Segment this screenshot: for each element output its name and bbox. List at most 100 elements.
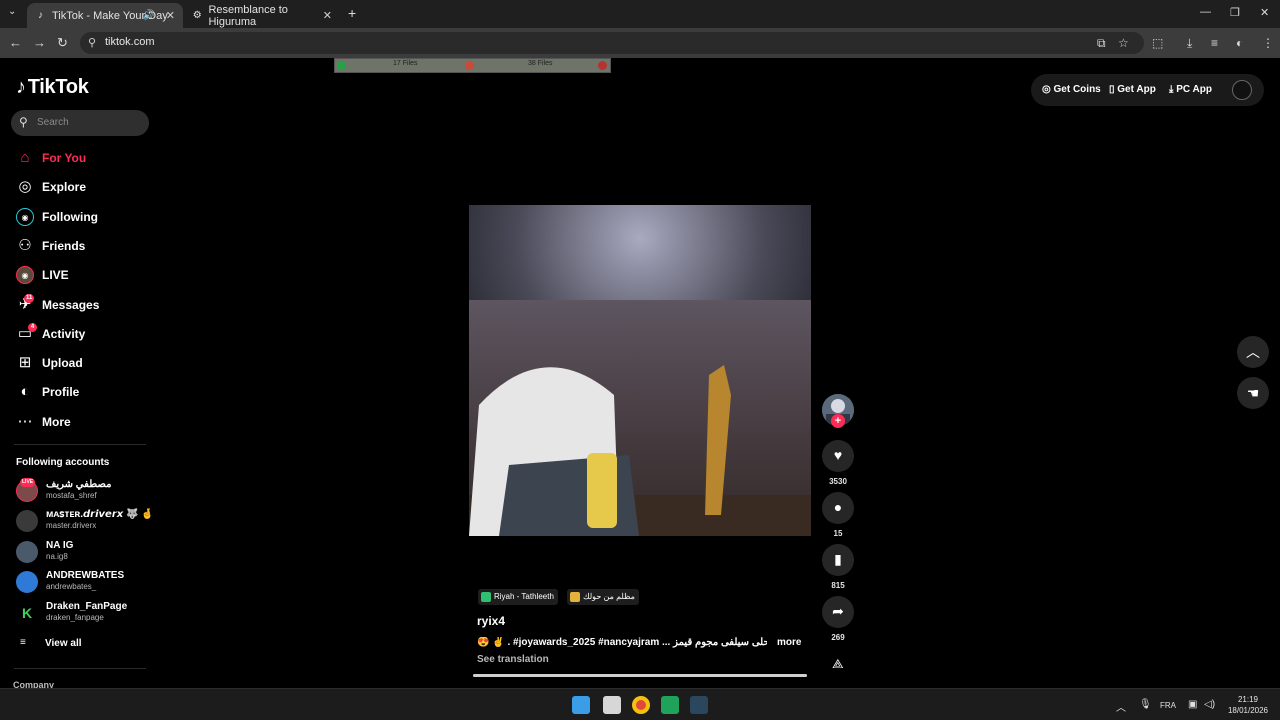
close-tab-icon[interactable]: ✕: [323, 9, 332, 22]
sound-disc-icon[interactable]: ⟁: [832, 656, 844, 672]
video-progress-bar[interactable]: [473, 674, 807, 677]
account-name: Draken_FanPage: [46, 601, 128, 612]
address-bar[interactable]: ⚲ tiktok.com ⧉ ☆: [80, 32, 1144, 54]
effect-chip-label: مظلم من حولك: [583, 592, 635, 601]
menu-icon[interactable]: ⋮: [1262, 36, 1274, 50]
whatsapp-taskbar-icon[interactable]: [661, 696, 679, 714]
sidebar-item-label: Messages: [42, 298, 100, 312]
tab-higuruma[interactable]: ⚙ Resemblance to Higuruma ✕: [184, 3, 340, 28]
site-info-icon[interactable]: ⚲: [88, 36, 96, 49]
files-bar: 17 Files 38 Files: [334, 58, 611, 73]
following-accounts-title: Following accounts: [16, 457, 110, 468]
search-input[interactable]: ⚲ Search: [11, 110, 149, 136]
get-coins-button[interactable]: ◎ Get Coins: [1042, 84, 1101, 95]
view-all-link[interactable]: ≡ View all: [14, 636, 134, 652]
save-button[interactable]: ▮: [822, 544, 854, 576]
effect-chip-icon: [570, 592, 580, 602]
like-count: 3530: [829, 477, 847, 486]
close-files-icon[interactable]: [598, 61, 607, 70]
account-item[interactable]: ANDREWBATES andrewbates_: [14, 569, 154, 595]
microphone-icon[interactable]: 🎙: [1139, 699, 1152, 710]
system-clock[interactable]: 21:19 18/01/2026: [1222, 694, 1274, 716]
speaker-icon[interactable]: 🔊: [143, 10, 155, 21]
save-count: 815: [831, 581, 845, 590]
tab-tiktok[interactable]: ♪ TikTok - Make Your Day 🔊 ✕: [27, 3, 183, 28]
tiktok-favicon-icon: ♪: [38, 10, 43, 21]
get-app-button[interactable]: ▯ Get App: [1109, 84, 1156, 95]
comment-button[interactable]: ●: [822, 492, 854, 524]
windows-start-icon[interactable]: [572, 696, 590, 714]
back-icon[interactable]: ←: [9, 35, 22, 50]
restore-icon[interactable]: ❐: [1230, 6, 1240, 19]
sidebar-item-live[interactable]: ◉ LIVE: [14, 263, 154, 287]
bookmark-star-icon[interactable]: ☆: [1118, 36, 1129, 50]
more-icon: ⋯: [17, 413, 33, 430]
account-handle: mostafa_shref: [46, 491, 97, 500]
view-all-label: View all: [45, 638, 82, 649]
sound-chip-label: Riyah - Tathleeth: [494, 592, 554, 601]
sidebar-item-friends[interactable]: ⚇ Friends: [14, 234, 154, 258]
volume-icon[interactable]: ◁): [1204, 699, 1215, 710]
new-tab-icon[interactable]: +: [348, 5, 356, 21]
sidebar-item-profile[interactable]: ◐ Profile: [14, 380, 154, 404]
sidebar-item-activity[interactable]: ▭ 4 Activity: [14, 322, 154, 346]
video-username[interactable]: ryix4: [477, 614, 505, 628]
avatar[interactable]: [1232, 80, 1252, 100]
scroll-down-button[interactable]: ☚: [1237, 377, 1269, 409]
sound-chip[interactable]: Riyah - Tathleeth: [478, 589, 558, 605]
minimize-icon[interactable]: —: [1200, 6, 1211, 18]
chrome-icon[interactable]: [632, 696, 650, 714]
download-icon[interactable]: ⤓: [1187, 36, 1192, 51]
clock-date: 18/01/2026: [1227, 706, 1269, 715]
sidebar-item-explore[interactable]: ◎ Explore: [14, 175, 154, 199]
extensions-icon[interactable]: ⬚: [1152, 36, 1163, 50]
video-progress-fill: [473, 674, 807, 677]
account-item[interactable]: ᴍᴀꜱᴛᴇʀ.𝙙𝙧𝙞𝙫𝙚𝙧𝙭 🐺 🤞 master.driverx: [14, 508, 154, 534]
steam-icon[interactable]: [690, 696, 708, 714]
sidebar-item-label: Friends: [42, 239, 86, 253]
reload-icon[interactable]: ↻: [57, 35, 68, 51]
follow-plus-icon[interactable]: +: [831, 414, 845, 428]
sidebar-item-messages[interactable]: ✈ 11 Messages: [14, 293, 154, 317]
tray-chevron-icon[interactable]: ︿: [1116, 699, 1126, 714]
tab-search-icon[interactable]: ⌄: [8, 6, 16, 17]
media-icon[interactable]: ≡: [1211, 36, 1218, 50]
see-translation-button[interactable]: See translation: [477, 654, 549, 665]
header-actions: ◎ Get Coins ▯ Get App ⤓ PC App: [1031, 74, 1264, 106]
account-item[interactable]: LIVE مصطفي شريف mostafa_shref: [14, 478, 154, 504]
video-player[interactable]: [469, 205, 811, 536]
share-count: 269: [831, 633, 845, 642]
sidebar-item-upload[interactable]: ⊞ Upload: [14, 351, 154, 375]
close-window-icon[interactable]: ✕: [1260, 6, 1269, 19]
sidebar-item-following[interactable]: ◉ Following: [14, 205, 154, 229]
compass-icon: ◎: [18, 178, 32, 195]
list-icon: ≡: [20, 637, 26, 648]
sidebar-item-for-you[interactable]: ⌂ For You: [14, 146, 154, 170]
profile-icon: ◐: [20, 383, 30, 400]
avatar: [16, 571, 38, 593]
share-button[interactable]: ➦: [822, 596, 854, 628]
input-language[interactable]: FRA: [1160, 701, 1176, 710]
clock-time: 21:19: [1237, 695, 1259, 704]
account-item[interactable]: NA IG na.ig8: [14, 539, 154, 565]
browser-profile-icon[interactable]: ◐: [1236, 36, 1243, 50]
like-button[interactable]: ♥: [822, 440, 854, 472]
search-icon: ⚲: [19, 115, 28, 129]
account-handle: master.driverx: [46, 521, 97, 530]
comment-count: 15: [833, 529, 843, 538]
close-tab-icon[interactable]: ✕: [166, 9, 175, 22]
effect-chip[interactable]: مظلم من حولك: [567, 589, 639, 605]
tiktok-logo[interactable]: ♪ TikTok: [16, 76, 89, 99]
sidebar-divider: [14, 668, 146, 669]
network-icon[interactable]: ▣: [1188, 699, 1197, 710]
sidebar-item-more[interactable]: ⋯ More: [14, 410, 154, 434]
scroll-up-button[interactable]: ︿: [1237, 336, 1269, 368]
file-explorer-icon[interactable]: [603, 696, 621, 714]
forward-icon[interactable]: →: [33, 35, 46, 50]
account-name: ANDREWBATES: [46, 570, 125, 581]
pc-app-button[interactable]: ⤓ PC App: [1169, 84, 1212, 95]
account-item[interactable]: K Draken_FanPage draken_fanpage: [14, 600, 154, 626]
install-app-icon[interactable]: ⧉: [1097, 36, 1106, 51]
bookmark-icon: ▮: [834, 551, 842, 567]
more-button[interactable]: more: [777, 637, 801, 648]
